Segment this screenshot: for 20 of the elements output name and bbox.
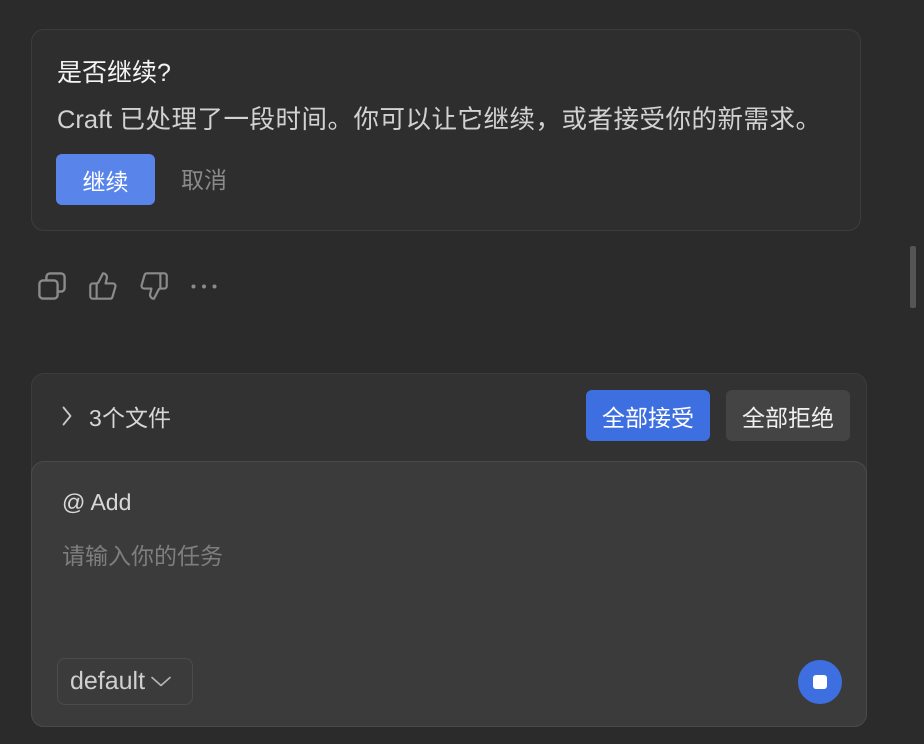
message-composer[interactable]: @ Add 请输入你的任务 default: [31, 461, 867, 727]
files-toggle[interactable]: 3个文件: [62, 400, 171, 432]
stop-button[interactable]: [798, 660, 842, 704]
chevron-icon[interactable]: [62, 406, 72, 426]
cancel-button[interactable]: 取消: [181, 164, 227, 196]
scrollbar-thumb[interactable]: [910, 246, 916, 308]
dialog-message: Craft 已处理了一段时间。你可以让它继续，或者接受你的新需求。: [57, 105, 822, 136]
copy-icon[interactable]: [38, 272, 66, 300]
continue-button[interactable]: 继续: [56, 154, 155, 205]
mode-dropdown[interactable]: default: [57, 658, 193, 705]
thumbs-up-icon[interactable]: [89, 272, 117, 300]
dialog-title: 是否继续?: [57, 58, 171, 89]
add-context-button[interactable]: @ Add: [57, 487, 132, 517]
reject-all-button[interactable]: 全部拒绝: [726, 390, 850, 441]
stop-icon: [813, 674, 827, 688]
accept-all-button[interactable]: 全部接受: [586, 390, 710, 441]
more-icon[interactable]: [191, 284, 217, 288]
caret-icon: [151, 676, 172, 687]
thumbs-down-icon[interactable]: [140, 272, 168, 300]
input-field[interactable]: 请输入你的任务: [57, 541, 842, 641]
